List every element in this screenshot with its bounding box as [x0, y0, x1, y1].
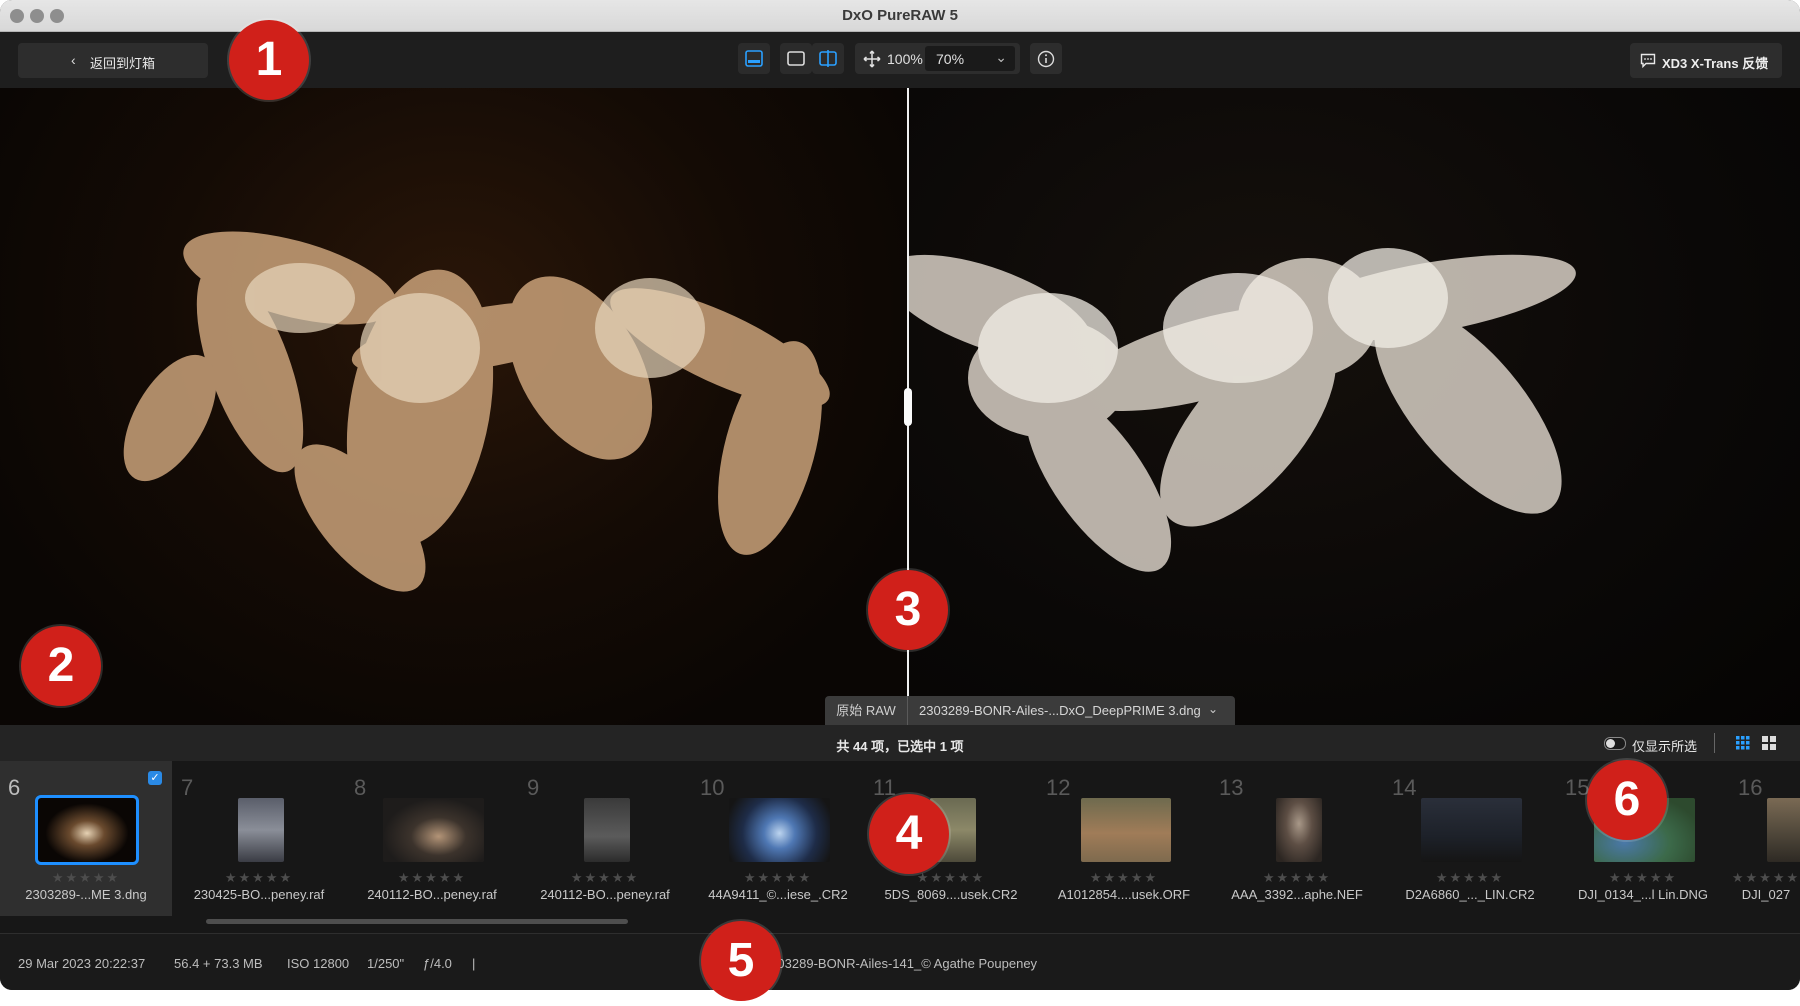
item-index: 14	[1392, 775, 1417, 800]
feedback-label: XD3 X-Trans 反馈	[1662, 56, 1769, 71]
file-name: 5DS_8069....usek.CR2	[884, 887, 1018, 902]
toggle-knob	[1606, 739, 1615, 748]
item-index: 12	[1046, 775, 1071, 800]
filmstrip-item[interactable]: 7 ★★★★★ 230425-BO...peney.raf	[173, 761, 345, 916]
filmstrip-item[interactable]: 16 ★★★★★ DJI_027	[1730, 761, 1800, 916]
file-name: AAA_3392...aphe.NEF	[1231, 887, 1363, 902]
item-index: 13	[1219, 775, 1244, 800]
feedback-button[interactable]: XD3 X-Trans 反馈	[1630, 43, 1782, 78]
callout-marker-1: 1	[229, 20, 309, 100]
file-name: 240112-BO...peney.raf	[367, 887, 497, 902]
info-button[interactable]	[1030, 43, 1062, 74]
item-index: 15	[1565, 775, 1590, 800]
thumbnail-image	[729, 798, 830, 862]
thumbnail-image	[1276, 798, 1322, 862]
callout-marker-5: 5	[701, 921, 781, 1001]
zoom-level-value: 70%	[936, 51, 965, 67]
rating-stars[interactable]: ★★★★★	[865, 870, 1037, 886]
zoom-100-button[interactable]: 100%	[887, 51, 923, 67]
file-name: 2303289-...ME 3.dng	[25, 887, 147, 902]
rating-stars[interactable]: ★★★★★	[1038, 870, 1210, 886]
single-view-icon	[787, 51, 805, 66]
filmstrip-item[interactable]: 9 ★★★★★ 240112-BO...peney.raf	[519, 761, 691, 916]
thumbnail-image	[238, 798, 284, 862]
large-grid-icon[interactable]	[1762, 736, 1776, 750]
back-to-lightbox-button[interactable]: ‹ 返回到灯箱	[18, 43, 208, 78]
single-view-button[interactable]	[780, 43, 812, 74]
filmstrip-view-icon	[745, 50, 763, 67]
chevron-left-icon: ‹	[71, 52, 76, 68]
file-name: 44A9411_©...iese_.CR2	[708, 887, 848, 902]
show-selected-toggle[interactable]	[1604, 737, 1626, 750]
thumbnail-image	[383, 798, 484, 862]
item-index: 7	[181, 775, 194, 800]
filmstrip-item[interactable]: 12 ★★★★★ A1012854....usek.ORF	[1038, 761, 1210, 916]
file-name: A1012854....usek.ORF	[1057, 887, 1191, 902]
rating-stars[interactable]: ★★★★★	[1211, 870, 1383, 886]
callout-marker-6: 6	[1587, 760, 1667, 840]
rating-stars[interactable]: ★★★★★	[692, 870, 864, 886]
info-icon	[1037, 50, 1055, 68]
chevron-down-icon: ⌄	[1208, 702, 1219, 716]
dancers-photo-processed	[883, 248, 1576, 572]
divider	[1714, 733, 1715, 753]
item-index: 16	[1738, 775, 1763, 800]
callout-marker-2: 2	[21, 626, 101, 706]
file-name: D2A6860_..._LIN.CR2	[1405, 887, 1535, 902]
zoom-controls: 100% 70% ⌄	[855, 43, 1020, 74]
filmstrip-scroll-thumb[interactable]	[206, 919, 628, 924]
back-to-lightbox-label: 返回到灯箱	[90, 56, 156, 71]
compare-labels: 原始 RAW 2303289-BONR-Ailes-...DxO_DeepPRI…	[825, 696, 1235, 725]
rating-stars[interactable]: ★★★★★	[519, 870, 691, 886]
status-file-name: 2303289-BONR-Ailes-141_© Agathe Poupeney	[762, 956, 1038, 971]
processed-file-selector[interactable]: 2303289-BONR-Ailes-...DxO_DeepPRIME 3.dn…	[909, 696, 1237, 725]
checkmark-icon[interactable]: ✓	[148, 771, 162, 785]
rating-stars[interactable]: ★★★★★	[1384, 870, 1556, 886]
file-name: 240112-BO...peney.raf	[540, 887, 670, 902]
status-bar: 29 Mar 2023 20:22:37 56.4 + 73.3 MB ISO …	[0, 933, 1800, 990]
file-name: 230425-BO...peney.raf	[193, 887, 325, 902]
callout-marker-4: 4	[869, 794, 949, 874]
thumbnail-image	[584, 798, 630, 862]
selection-count: 共 44 项，已选中 1 项	[836, 739, 964, 754]
callout-marker-3: 3	[868, 570, 948, 650]
original-raw-image	[0, 88, 908, 725]
move-arrows-icon[interactable]	[863, 50, 881, 68]
split-view-icon	[819, 50, 837, 67]
thumbnail-image	[1767, 798, 1800, 862]
original-raw-label: 原始 RAW	[825, 696, 908, 725]
filmstrip-item[interactable]: 13 ★★★★★ AAA_3392...aphe.NEF	[1211, 761, 1383, 916]
compare-split-handle[interactable]	[904, 388, 912, 426]
show-selected-label: 仅显示所选	[1632, 739, 1698, 754]
filmstrip-item[interactable]: 10 ★★★★★ 44A9411_©...iese_.CR2	[692, 761, 864, 916]
item-index: 6	[8, 775, 21, 800]
filmstrip-view-button[interactable]	[738, 43, 770, 74]
thumbnail-image	[1421, 798, 1522, 862]
filmstrip-item[interactable]: 14 ★★★★★ D2A6860_..._LIN.CR2	[1384, 761, 1556, 916]
item-index: 8	[354, 775, 367, 800]
rating-stars[interactable]: ★★★★★	[346, 870, 518, 886]
filmstrip-header: 共 44 项，已选中 1 项 仅显示所选	[0, 725, 1800, 761]
item-index: 9	[527, 775, 540, 800]
zoom-level-select[interactable]: 70% ⌄	[925, 46, 1015, 71]
rating-stars[interactable]: ★★★★★	[1680, 870, 1800, 886]
filmstrip-item[interactable]: 8 ★★★★★ 240112-BO...peney.raf	[346, 761, 518, 916]
rating-stars[interactable]: ★★★★★	[173, 870, 345, 886]
file-name: DJI_027	[1741, 887, 1791, 902]
chevron-down-icon: ⌄	[995, 49, 1007, 65]
small-grid-icon[interactable]	[1736, 736, 1750, 750]
filmstrip-item[interactable]: 6 ✓ ★★★★★ 2303289-...ME 3.dng	[0, 761, 172, 916]
rating-stars[interactable]: ★★★★★	[0, 870, 172, 886]
chat-bubble-icon	[1640, 53, 1656, 68]
item-index: 10	[700, 775, 725, 800]
thumbnail-image	[1081, 798, 1171, 862]
split-view-button[interactable]	[812, 43, 844, 74]
processed-deepprime-image	[883, 88, 1800, 725]
thumbnail-image	[35, 795, 139, 865]
dancers-photo-original	[123, 231, 830, 592]
